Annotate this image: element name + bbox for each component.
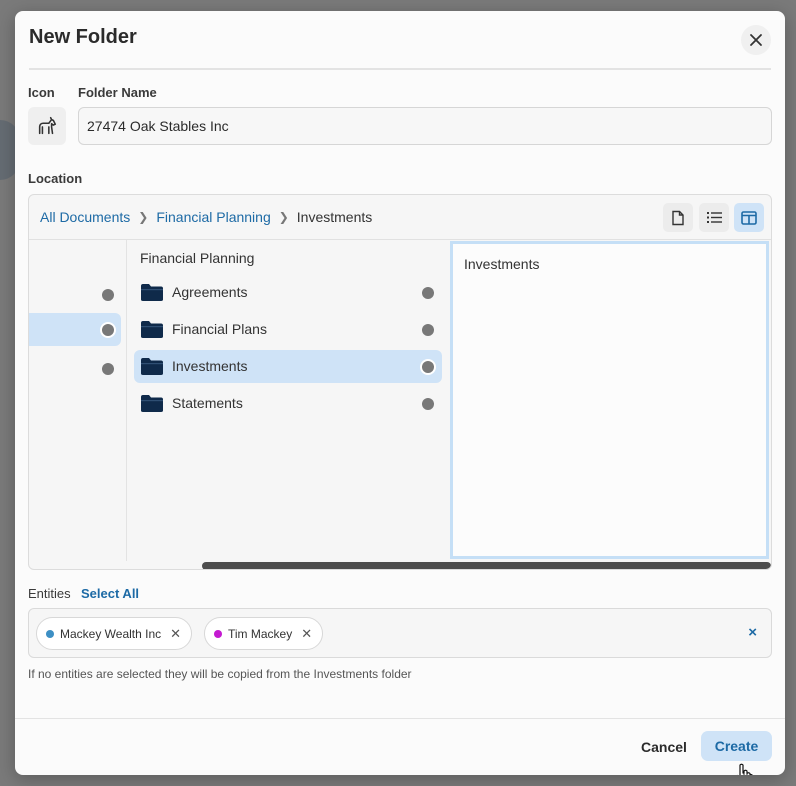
folder-icon-picker[interactable] [28, 107, 66, 145]
entity-chip: Mackey Wealth Inc ✕ [36, 617, 193, 650]
close-icon [750, 34, 762, 46]
footer-divider [15, 718, 785, 719]
folder-name: Investments [172, 358, 248, 374]
create-button[interactable]: Create [701, 731, 772, 761]
row-indicator-dot [422, 287, 434, 299]
clear-entities-icon[interactable]: × [748, 624, 757, 641]
location-label: Location [28, 171, 83, 186]
view-columns-button[interactable] [734, 203, 764, 232]
row-indicator-dot [422, 361, 434, 373]
entity-color-dot [46, 629, 54, 638]
entities-select[interactable]: Mackey Wealth Inc ✕ Tim Mackey ✕ × [28, 608, 772, 658]
column-root-selected-row[interactable] [29, 313, 121, 346]
cancel-button[interactable]: Cancel [627, 733, 701, 761]
folder-row-investments[interactable]: Investments [134, 350, 442, 383]
entities-label: Entities [28, 586, 71, 601]
row-indicator-dot [102, 324, 114, 336]
folder-row-statements[interactable]: Statements [134, 387, 442, 420]
folder-name: Agreements [172, 284, 248, 300]
folder-name: Statements [172, 395, 243, 411]
preview-title: Investments [464, 256, 540, 272]
breadcrumb-financial-planning[interactable]: Financial Planning [156, 209, 270, 225]
entity-chip-label: Tim Mackey [228, 626, 293, 641]
chevron-right-icon: ❯ [138, 210, 149, 224]
entity-color-dot [214, 629, 222, 638]
horizontal-scrollbar[interactable] [202, 562, 771, 569]
folder-row-agreements[interactable]: Agreements [134, 276, 442, 309]
view-document-button[interactable] [663, 203, 693, 232]
folder-name: Financial Plans [172, 321, 267, 337]
remove-chip-icon[interactable]: ✕ [301, 626, 312, 642]
folder-icon [141, 284, 163, 301]
document-icon [672, 210, 684, 225]
chevron-right-icon: ❯ [278, 210, 289, 224]
breadcrumb-investments: Investments [296, 209, 373, 225]
folder-name-input[interactable] [78, 107, 772, 145]
entity-chip-label: Mackey Wealth Inc [60, 626, 162, 641]
horse-icon [38, 116, 57, 135]
breadcrumb-all-documents[interactable]: All Documents [40, 209, 130, 225]
dialog-header: New Folder [15, 11, 785, 69]
folder-icon [141, 358, 163, 375]
row-indicator-dot [422, 398, 434, 410]
column-root [29, 240, 127, 561]
row-indicator-dot [102, 363, 114, 375]
folder-row-financial-plans[interactable]: Financial Plans [134, 313, 442, 346]
column-investments-preview: Investments [450, 241, 769, 559]
row-indicator-dot [422, 324, 434, 336]
list-icon [706, 212, 722, 223]
icon-label: Icon [28, 85, 55, 100]
folder-name-label: Folder Name [78, 85, 157, 100]
row-indicator-dot [102, 289, 114, 301]
folder-icon [141, 321, 163, 338]
location-browser: All Documents ❯ Financial Planning ❯ Inv… [28, 194, 772, 570]
breadcrumb-bar: All Documents ❯ Financial Planning ❯ Inv… [29, 195, 771, 240]
folder-icon [141, 395, 163, 412]
column-title: Financial Planning [140, 250, 255, 266]
new-folder-dialog: New Folder Icon Folder Name Location All… [15, 11, 785, 775]
close-button[interactable] [741, 25, 771, 55]
entity-chip: Tim Mackey ✕ [204, 617, 324, 650]
entities-hint: If no entities are selected they will be… [28, 667, 412, 681]
header-divider [29, 68, 771, 70]
column-financial-planning: Financial Planning Agreements Financial … [128, 240, 449, 561]
hand-cursor-icon [736, 763, 753, 775]
breadcrumb: All Documents ❯ Financial Planning ❯ Inv… [40, 209, 372, 225]
columns-icon [741, 210, 757, 225]
select-all-link[interactable]: Select All [81, 586, 139, 601]
view-list-button[interactable] [699, 203, 729, 232]
remove-chip-icon[interactable]: ✕ [170, 626, 181, 642]
dialog-title: New Folder [29, 26, 137, 48]
